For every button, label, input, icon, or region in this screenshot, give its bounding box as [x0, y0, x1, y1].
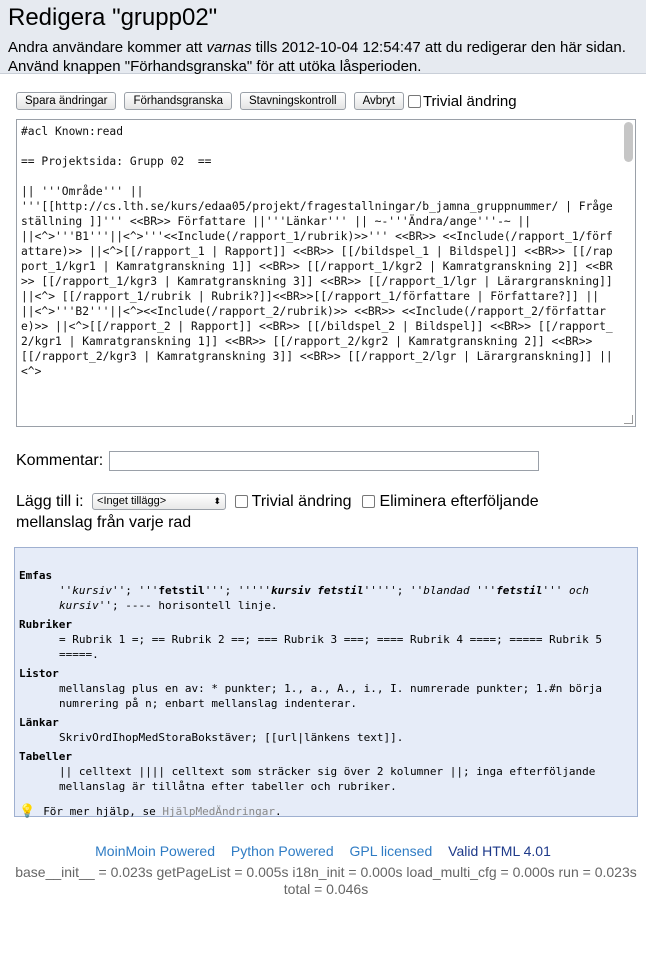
page-title: Redigera "grupp02" — [8, 4, 218, 31]
edit-toolbar: Spara ändringar Förhandsgranska Stavning… — [16, 92, 517, 110]
page-editor-textarea[interactable]: #acl Known:read == Projektsida: Grupp 02… — [16, 119, 636, 427]
eliminate-whitespace-checkbox[interactable] — [362, 495, 375, 509]
resize-handle-icon[interactable] — [624, 415, 633, 424]
add-to-select[interactable]: <Inget tillägg> ⬍ — [92, 493, 227, 511]
timing-info: base__init__ = 0.023s getPageList = 0.00… — [15, 864, 637, 897]
save-button[interactable]: Spara ändringar — [16, 92, 117, 110]
help-tables-title: Tabeller — [19, 750, 72, 763]
python-link[interactable]: Python Powered — [231, 843, 334, 859]
help-tables-text: || celltext |||| celltext som sträcker s… — [59, 765, 596, 793]
notice-pre: Andra användare kommer att — [8, 39, 207, 56]
help-headings-text: = Rubrik 1 =; == Rubrik 2 ==; === Rubrik… — [59, 633, 603, 661]
footer-badges: MoinMoin Powered Python Powered GPL lice… — [0, 843, 646, 859]
gpl-link[interactable]: GPL licensed — [350, 843, 433, 859]
comment-input[interactable] — [109, 451, 540, 471]
help-lists-title: Listor — [19, 667, 59, 680]
select-arrows-icon: ⬍ — [213, 496, 222, 507]
editor-content: #acl Known:read == Projektsida: Grupp 02… — [21, 125, 613, 378]
preview-button[interactable]: Förhandsgranska — [124, 92, 232, 110]
help-emphasis-title: Emfas — [19, 569, 53, 582]
editor-scrollbar[interactable] — [624, 122, 633, 162]
moinmoin-link[interactable]: MoinMoin Powered — [95, 843, 215, 859]
help-links-text: SkrivOrdIhopMedStoraBokstäver; [[url|län… — [59, 731, 404, 744]
add-to-row: Lägg till i: <Inget tillägg> ⬍ Trivial än… — [16, 491, 616, 533]
trivial-checkbox[interactable] — [234, 495, 248, 509]
comment-row: Kommentar: — [16, 451, 540, 471]
cancel-button[interactable]: Avbryt — [353, 92, 404, 110]
valid-html-link[interactable]: Valid HTML 4.01 — [448, 843, 551, 859]
lock-notice: Andra användare kommer att varnas tills … — [8, 38, 638, 76]
trivial-label: Trivial ändring — [251, 493, 352, 510]
help-emphasis-text: ''kursiv''; '''fetstil'''; '''''kursiv f… — [59, 584, 589, 612]
add-to-label: Lägg till i: — [16, 493, 84, 510]
add-to-selected: <Inget tillägg> — [97, 495, 167, 508]
lightbulb-icon: 💡 — [19, 804, 36, 819]
trivial-checkbox-top[interactable] — [407, 94, 421, 108]
help-links-title: Länkar — [19, 716, 59, 729]
help-lists-text: mellanslag plus en av: * punkter; 1., a.… — [59, 682, 603, 710]
comment-label: Kommentar: — [16, 452, 104, 469]
trivial-label-top: Trivial ändring — [422, 92, 517, 110]
markup-help-box: Emfas ''kursiv''; '''fetstil'''; '''''ku… — [14, 547, 638, 819]
help-tip: 💡 För mer hjälp, se HjälpMedÄndringar. — [19, 804, 282, 819]
help-link[interactable]: HjälpMedÄndringar — [162, 805, 275, 818]
spellcheck-button[interactable]: Stavningskontroll — [239, 92, 346, 110]
page-header: Redigera "grupp02" Andra användare komme… — [0, 0, 646, 76]
notice-emphasis: varnas — [206, 39, 252, 56]
trivial-toolbar-group: Trivial ändring — [407, 92, 517, 110]
help-headings-title: Rubriker — [19, 618, 72, 631]
